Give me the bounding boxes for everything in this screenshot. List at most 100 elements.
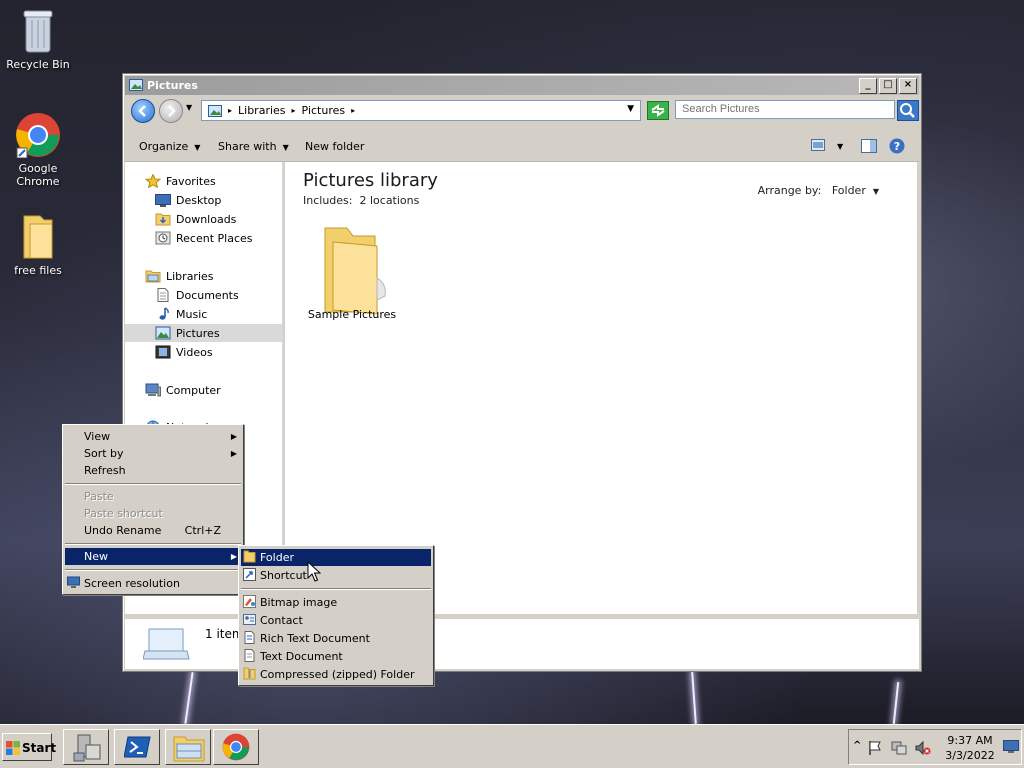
library-locations-link[interactable]: 2 locations — [359, 194, 419, 207]
menu-separator — [241, 588, 431, 590]
zip-folder-icon — [243, 667, 256, 680]
desktop-icon-label: free files — [14, 264, 62, 277]
view-options-dropdown[interactable]: ▼ — [837, 142, 843, 151]
submenu-item-shortcut[interactable]: Shortcut — [241, 567, 431, 584]
submenu-item-rich-text-document[interactable]: Rich Text Document — [241, 630, 431, 647]
submenu-item-text-document[interactable]: Text Document — [241, 648, 431, 665]
nav-pictures[interactable]: Pictures — [125, 324, 282, 342]
taskbar-file-explorer[interactable] — [165, 729, 211, 765]
recent-places-icon — [155, 231, 171, 245]
nav-downloads[interactable]: Downloads — [125, 210, 282, 228]
taskbar-powershell[interactable] — [114, 729, 160, 765]
preview-pane-button[interactable] — [861, 139, 877, 156]
search-input[interactable] — [675, 100, 895, 119]
nav-computer[interactable]: Computer — [125, 381, 282, 399]
chevron-right-icon[interactable]: ▸ — [228, 106, 232, 115]
recycle-bin-icon — [23, 10, 53, 53]
windows-logo-icon — [6, 741, 20, 755]
lightning-decoration — [691, 671, 697, 725]
folder-label: Sample Pictures — [307, 308, 397, 321]
search-button[interactable] — [897, 100, 919, 121]
menu-item-new[interactable]: New ▶ — [65, 548, 241, 565]
film-icon — [155, 345, 171, 359]
change-view-button[interactable] — [811, 139, 825, 154]
menu-separator — [65, 483, 241, 485]
window-titlebar[interactable]: Pictures _ □ × — [125, 76, 919, 95]
nav-recent-places[interactable]: Recent Places — [125, 229, 282, 247]
submenu-item-bitmap-image[interactable]: Bitmap image — [241, 594, 431, 611]
organize-menu[interactable]: Organize ▼ — [139, 140, 200, 153]
window-title: Pictures — [147, 79, 198, 92]
action-center-flag-icon[interactable] — [867, 740, 883, 756]
share-with-menu[interactable]: Share with ▼ — [218, 140, 289, 153]
taskbar-chrome[interactable] — [213, 729, 259, 765]
desktop-folder-icon — [155, 194, 171, 207]
breadcrumb-libraries[interactable]: Libraries — [238, 104, 286, 117]
view-icon — [811, 139, 825, 151]
breadcrumb-pictures[interactable]: Pictures — [302, 104, 346, 117]
start-button[interactable]: Start — [2, 733, 56, 761]
desktop-icon-free-files[interactable]: free files — [0, 212, 76, 277]
lightning-decoration — [184, 672, 194, 724]
svg-text:?: ? — [894, 140, 900, 153]
menu-item-paste-shortcut[interactable]: Paste shortcut — [65, 505, 241, 522]
submenu-item-compressed-folder[interactable]: Compressed (zipped) Folder — [241, 666, 431, 683]
menu-item-screen-resolution[interactable]: Screen resolution — [65, 575, 241, 592]
maximize-button[interactable]: □ — [879, 78, 897, 94]
show-hidden-icons-button[interactable]: ^ — [853, 740, 861, 751]
system-tray: ^ 9:37 AM 3/3/2022 — [848, 729, 1022, 765]
volume-muted-icon[interactable] — [915, 740, 931, 756]
nav-favorites[interactable]: Favorites — [125, 172, 282, 190]
help-button[interactable]: ? — [889, 138, 905, 157]
clock-date: 3/3/2022 — [945, 749, 995, 762]
nav-music[interactable]: Music — [125, 305, 282, 323]
back-button[interactable] — [131, 99, 155, 123]
refresh-icon — [651, 104, 665, 117]
new-folder-button[interactable]: New folder — [305, 140, 364, 153]
pictures-icon — [155, 326, 171, 340]
arrange-by-dropdown[interactable]: Folder ▼ — [832, 184, 879, 197]
paint-icon — [243, 595, 256, 608]
close-button[interactable]: × — [899, 78, 917, 94]
pictures-window-icon — [129, 79, 143, 91]
show-desktop-icon[interactable] — [1003, 740, 1019, 754]
desktop-icon-label: Google Chrome — [16, 162, 60, 188]
submenu-item-folder[interactable]: Folder — [241, 549, 431, 566]
forward-button[interactable] — [159, 99, 183, 123]
library-includes: Includes: 2 locations — [303, 194, 420, 207]
nav-libraries[interactable]: Libraries — [125, 267, 282, 285]
music-note-icon — [159, 307, 169, 320]
chevron-right-icon[interactable]: ▸ — [292, 106, 296, 115]
menu-item-paste[interactable]: Paste — [65, 488, 241, 505]
lightning-decoration — [892, 682, 900, 724]
minimize-button[interactable]: _ — [859, 78, 877, 94]
preview-pane-icon — [861, 139, 877, 153]
desktop-icon-google-chrome[interactable]: Google Chrome — [0, 112, 76, 188]
nav-desktop[interactable]: Desktop — [125, 191, 282, 209]
refresh-button[interactable] — [647, 101, 669, 120]
nav-documents[interactable]: Documents — [125, 286, 282, 304]
taskbar-server-manager[interactable] — [63, 729, 109, 765]
menu-item-view[interactable]: View ▶ — [65, 428, 241, 445]
chrome-icon — [16, 113, 60, 158]
nav-videos[interactable]: Videos — [125, 343, 282, 361]
folder-icon — [23, 215, 53, 259]
address-bar[interactable]: ▸ Libraries ▸ Pictures ▸ ▼ — [201, 100, 641, 121]
menu-item-refresh[interactable]: Refresh — [65, 462, 241, 479]
taskbar-clock[interactable]: 9:37 AM 3/3/2022 — [941, 733, 999, 763]
chevron-right-icon[interactable]: ▸ — [351, 106, 355, 115]
folder-item-sample-pictures[interactable]: Sample Pictures — [307, 222, 397, 321]
desktop-icon-recycle-bin[interactable]: Recycle Bin — [0, 8, 76, 71]
screen-resolution-icon — [67, 576, 80, 588]
pictures-location-icon — [208, 104, 222, 117]
network-tray-icon[interactable] — [891, 740, 907, 756]
mouse-cursor-icon — [307, 561, 321, 582]
address-history-dropdown[interactable]: ▼ — [627, 104, 634, 114]
submenu-item-contact[interactable]: Contact — [241, 612, 431, 629]
menu-item-undo-rename[interactable]: Undo Rename Ctrl+Z — [65, 522, 241, 539]
recent-pages-dropdown[interactable]: ▼ — [186, 103, 192, 112]
shortcut-icon — [243, 568, 256, 581]
document-icon — [244, 631, 255, 644]
menu-item-sort-by[interactable]: Sort by ▶ — [65, 445, 241, 462]
contact-icon — [243, 614, 256, 625]
